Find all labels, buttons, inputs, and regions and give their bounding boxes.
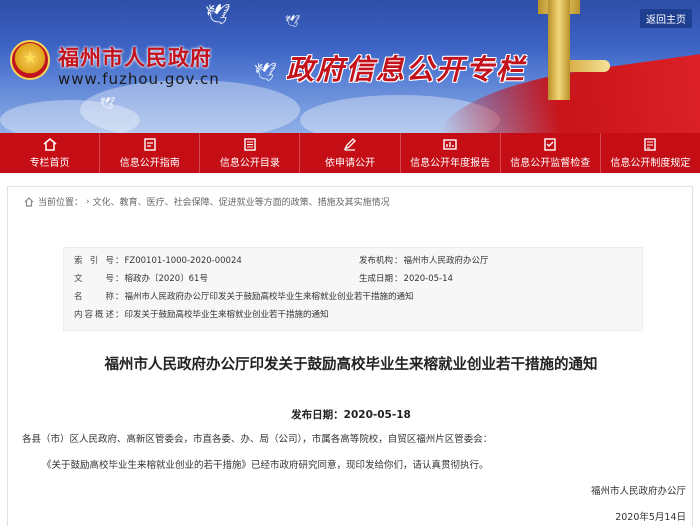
meta-value: 印发关于鼓励高校毕业生来榕就业创业若干措施的通知	[124, 310, 329, 320]
pillar-decoration	[548, 0, 570, 100]
meta-label: 内容概述	[74, 310, 114, 320]
nav-item-home[interactable]: 专栏首页	[0, 133, 101, 173]
main-nav: 专栏首页 信息公开指南 信息公开目录 依申请公开 信息公开年度报告 信息公开监督…	[0, 133, 700, 173]
meta-gendate: 生成日期：2020-05-14	[359, 274, 453, 284]
nav-label: 依申请公开	[324, 157, 375, 169]
meta-value: FZ00101-1000-2020-00024	[124, 256, 242, 266]
column-title: 政府信息公开专栏	[286, 53, 527, 86]
site-url: www.fuzhou.gov.cn	[58, 70, 220, 88]
dove-icon: 🕊	[254, 62, 277, 83]
home-icon	[43, 137, 57, 151]
meta-value: 福州市人民政府办公厅	[403, 256, 489, 266]
home-icon	[24, 196, 34, 207]
meta-label: 文 号	[74, 274, 114, 284]
guide-icon	[144, 137, 156, 151]
nav-label: 信息公开监督检查	[510, 157, 591, 169]
back-home-button[interactable]: 返回主页	[640, 9, 692, 28]
meta-label: 索引号	[74, 256, 114, 266]
inspection-icon	[544, 137, 556, 151]
national-emblem-icon	[10, 40, 50, 80]
meta-value: 福州市人民政府办公厅印发关于鼓励高校毕业生来榕就业创业若干措施的通知	[124, 292, 414, 302]
breadcrumb-separator: ›	[86, 196, 90, 207]
content-panel: 当前位置： › 文化、教育、医疗、社会保障、促进就业等方面的政策、措施及其实施情…	[7, 186, 693, 526]
meta-value: 2020-05-14	[403, 274, 453, 284]
dove-icon: 🕊	[285, 14, 301, 28]
nav-label: 信息公开制度规定	[610, 157, 691, 169]
pillar-decoration	[570, 60, 610, 72]
nav-item-regulation[interactable]: 信息公开制度规定	[601, 133, 700, 173]
site-name[interactable]: 福州市人民政府	[58, 42, 212, 72]
report-icon	[443, 138, 457, 150]
meta-label: 发布机构	[359, 256, 394, 266]
nav-item-inspection[interactable]: 信息公开监督检查	[501, 133, 601, 173]
nav-item-guide[interactable]: 信息公开指南	[100, 133, 201, 173]
nav-item-catalog[interactable]: 信息公开目录	[200, 133, 301, 173]
meta-summary: 内容概述：印发关于鼓励高校毕业生来榕就业创业若干措施的通知	[74, 310, 329, 320]
publish-date: 发布日期：2020-05-18	[291, 409, 411, 421]
nav-item-apply[interactable]: 依申请公开	[300, 133, 401, 173]
meta-label: 名 称	[74, 292, 114, 302]
breadcrumb: 当前位置： › 文化、教育、医疗、社会保障、促进就业等方面的政策、措施及其实施情…	[24, 195, 390, 208]
signature-org: 福州市人民政府办公厅	[590, 486, 686, 497]
cloud-decoration	[0, 100, 140, 133]
breadcrumb-link[interactable]: 文化、教育、医疗、社会保障、促进就业等方面的政策、措施及其实施情况	[93, 195, 390, 208]
nav-label: 信息公开年度报告	[410, 157, 491, 169]
dove-icon: 🕊	[205, 2, 231, 26]
article-body: 《关于鼓励高校毕业生来榕就业创业的若干措施》已经市政府研究同意，现印发给你们，请…	[42, 460, 489, 471]
meta-org: 发布机构：福州市人民政府办公厅	[359, 256, 489, 266]
metadata-table: 索引号：FZ00101-1000-2020-00024 发布机构：福州市人民政府…	[63, 247, 643, 331]
meta-name: 名 称：福州市人民政府办公厅印发关于鼓励高校毕业生来榕就业创业若干措施的通知	[74, 292, 414, 302]
meta-docno: 文 号：榕政办〔2020〕61号	[74, 274, 208, 284]
nav-label: 专栏首页	[29, 157, 70, 169]
apply-icon	[343, 137, 356, 151]
nav-label: 信息公开指南	[119, 157, 180, 169]
article-title: 福州市人民政府办公厅印发关于鼓励高校毕业生来榕就业创业若干措施的通知	[104, 357, 598, 373]
meta-index: 索引号：FZ00101-1000-2020-00024	[74, 256, 242, 266]
nav-label: 信息公开目录	[219, 157, 280, 169]
dove-icon: 🕊	[100, 96, 116, 110]
meta-label: 生成日期	[359, 274, 394, 284]
header-banner: 🕊 🕊 🕊 🕊 福州市人民政府 www.fuzhou.gov.cn 政府信息公开…	[0, 0, 700, 133]
meta-value: 榕政办〔2020〕61号	[124, 274, 208, 284]
nav-item-report[interactable]: 信息公开年度报告	[401, 133, 501, 173]
regulation-icon	[644, 137, 657, 151]
catalog-icon	[244, 137, 256, 151]
signature-date: 2020年5月14日	[615, 512, 686, 523]
breadcrumb-prefix: 当前位置：	[38, 198, 84, 208]
article-salutation: 各县（市）区人民政府、高新区管委会，市直各委、办、局（公司），市属各高等院校，自…	[22, 434, 493, 445]
